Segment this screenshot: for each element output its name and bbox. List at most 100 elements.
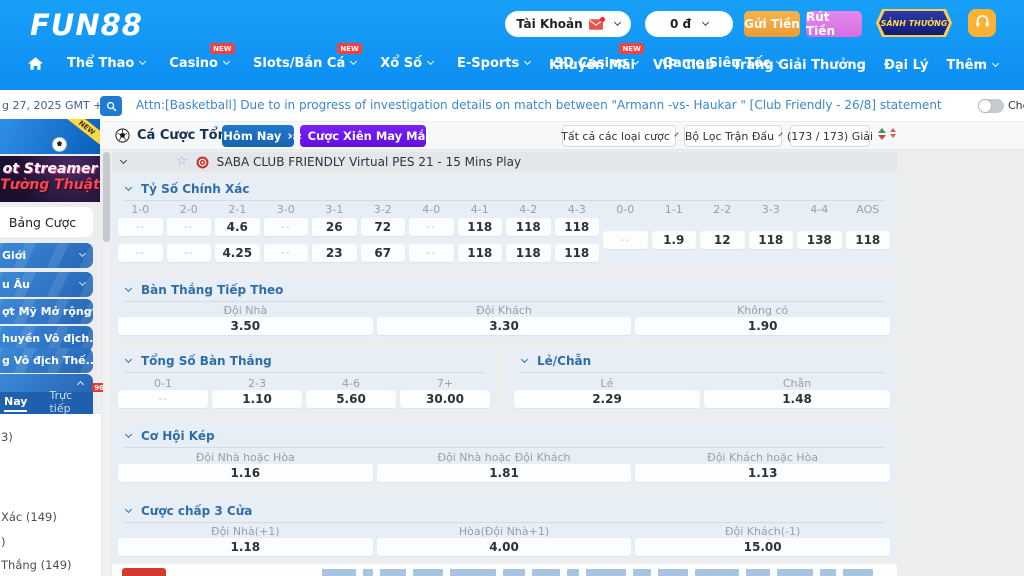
odds-button[interactable]: -- [263, 218, 308, 236]
market-double-chance: Cơ Hội Kép Đội Nhà hoặc Hòa Đội Nhà hoặc… [112, 423, 897, 486]
odds-button[interactable]: 2.29 [514, 390, 700, 408]
odds-button[interactable]: 12 [700, 231, 745, 249]
nav-item-promotions[interactable]: Khuyến Mãi [549, 58, 635, 73]
odds-button[interactable]: 4.6 [215, 218, 260, 236]
odds-button[interactable]: 72 [360, 218, 405, 236]
support-button[interactable] [968, 9, 996, 37]
nav-item-lottery[interactable]: Xổ Số [380, 56, 435, 71]
odds-button[interactable]: -- [409, 218, 454, 236]
odds-button[interactable]: 30.00 [400, 390, 490, 408]
bet-slip-button[interactable]: Bảng Cược [0, 207, 93, 237]
odds-button[interactable]: 3.50 [118, 317, 373, 335]
rewards-lobby-button[interactable]: SẢNH THƯỞNG [876, 9, 952, 37]
section-chevron-icon[interactable] [124, 430, 133, 438]
odds-button[interactable]: 118 [506, 244, 551, 262]
odds-button[interactable]: -- [118, 218, 163, 236]
promo-banner-sports[interactable]: NEW [0, 119, 100, 154]
odds-button[interactable]: 1.10 [212, 390, 302, 408]
odds-button[interactable]: 5.60 [306, 390, 396, 408]
match-title: SABA CLUB FRIENDLY Virtual PES 21 - 15 M… [216, 155, 522, 169]
odds-button[interactable]: 1.13 [635, 464, 890, 482]
odds-button[interactable]: -- [118, 390, 208, 408]
match-filter-dropdown[interactable]: Bộ Lọc Trận Đấu [684, 125, 783, 147]
nav-item-rewards-page[interactable]: Trang Giải Thưởng [733, 58, 866, 73]
section-chevron-icon[interactable] [124, 284, 133, 292]
list-item[interactable]: ) [1, 535, 6, 549]
home-icon[interactable] [28, 57, 43, 70]
odds-button[interactable]: 1.90 [635, 317, 890, 335]
nav-item-casino[interactable]: Casino NEW [169, 43, 235, 71]
nav-item-vip-club[interactable]: VIP Club [653, 58, 715, 73]
list-item[interactable]: Xác (149) [1, 510, 57, 524]
market-odd-even: Lẻ/Chẵn Lẻ Chẵn 2.29 1.48 [508, 348, 897, 412]
odds-button[interactable]: 1.18 [118, 538, 373, 556]
option-label: 2-3 [248, 377, 266, 390]
bet-type-filter-dropdown[interactable]: Tất cả các loại cược [561, 125, 679, 147]
search-button[interactable] [100, 96, 122, 116]
list-item[interactable]: 3) [1, 430, 13, 444]
odds-button[interactable]: 4.25 [215, 244, 260, 262]
view-mode-toggle[interactable] [978, 99, 1004, 113]
odds-button[interactable]: 15.00 [635, 538, 890, 556]
scrollbar-thumb[interactable] [103, 152, 110, 242]
sort-odds-icon[interactable] [878, 128, 896, 140]
deposit-button[interactable]: Gửi Tiền [744, 11, 800, 37]
today-button[interactable]: Hôm Nay › [222, 125, 294, 147]
odds-button[interactable]: 3.30 [376, 317, 632, 335]
odds-button[interactable]: 118 [457, 218, 502, 236]
nav-item-agent[interactable]: Đại Lý [884, 58, 929, 73]
odds-button[interactable]: 1.16 [118, 464, 373, 482]
nav-item-esports[interactable]: E-Sports [457, 56, 532, 71]
soccer-ball-image [52, 137, 67, 152]
odds-button[interactable]: 118 [506, 218, 551, 236]
clipped-header-text [322, 569, 889, 576]
sidebar-league-world[interactable]: Giới [0, 243, 93, 268]
nav-item-sports[interactable]: Thể Thao [67, 56, 147, 71]
odds-button[interactable]: 23 [312, 244, 357, 262]
section-chevron-icon[interactable] [124, 505, 133, 513]
favorite-star-icon[interactable]: ☆ [176, 155, 188, 168]
tab-live[interactable]: Trực tiếp 96 [49, 383, 106, 417]
soccer-ball-icon [115, 128, 130, 147]
sidebar-league-championship-2[interactable]: g Vô địch Thế... [0, 348, 93, 373]
promo-banner-streamer[interactable]: ot Streamer Tường Thuật [0, 156, 100, 202]
account-menu[interactable]: Tài Khoản [505, 11, 631, 37]
lucky-parlay-button[interactable]: ⇄ Cược Xiên May Mắn [292, 125, 434, 147]
odds-button[interactable]: 118 [457, 244, 502, 262]
odds-button[interactable]: -- [409, 244, 454, 262]
odds-button[interactable]: 26 [312, 218, 357, 236]
odds-button[interactable]: 1.48 [704, 390, 890, 408]
brand-logo[interactable]: FUN88 [30, 8, 143, 42]
odds-button[interactable]: 118 [845, 231, 890, 249]
odds-button[interactable]: -- [263, 244, 308, 262]
league-count[interactable]: (173 / 173) Giải [787, 125, 873, 147]
odds-button[interactable]: 1.9 [651, 231, 696, 249]
collapse-chevron-icon[interactable] [119, 156, 128, 164]
option-label: Đội Nhà hoặc Đội Khách [437, 451, 571, 464]
section-title: Lẻ/Chẵn [537, 354, 592, 368]
nav-item-slots[interactable]: Slots/Bắn Cá NEW [253, 43, 363, 71]
odds-button[interactable]: 1.81 [376, 464, 632, 482]
section-chevron-icon[interactable] [520, 355, 529, 363]
tab-today[interactable]: Nay [4, 395, 28, 412]
odds-button[interactable]: -- [166, 218, 211, 236]
section-chevron-icon[interactable] [124, 183, 133, 191]
odds-button[interactable]: -- [166, 244, 211, 262]
withdraw-button[interactable]: Rút Tiền [806, 10, 862, 38]
match-group-header[interactable]: ☆ SABA CLUB FRIENDLY Virtual PES 21 - 15… [112, 152, 897, 172]
sidebar-league-europe[interactable]: u Âu [0, 272, 93, 297]
odds-button[interactable]: 118 [748, 231, 793, 249]
nav-item-more[interactable]: Thêm [947, 58, 1000, 73]
odds-button[interactable]: 118 [554, 218, 599, 236]
list-item[interactable]: Thắng (149) [1, 558, 72, 572]
option-label: Chẵn [782, 377, 812, 390]
odds-button[interactable]: 67 [360, 244, 405, 262]
odds-button[interactable]: -- [118, 244, 163, 262]
sidebar-league-us-open[interactable]: ợt Mỹ Mở rộng [0, 299, 93, 324]
odds-button[interactable]: 138 [797, 231, 842, 249]
section-chevron-icon[interactable] [124, 355, 133, 363]
odds-button[interactable]: 118 [554, 244, 599, 262]
balance-menu[interactable]: 0 đ [645, 11, 733, 37]
odds-button[interactable]: -- [603, 231, 648, 249]
odds-button[interactable]: 4.00 [376, 538, 632, 556]
